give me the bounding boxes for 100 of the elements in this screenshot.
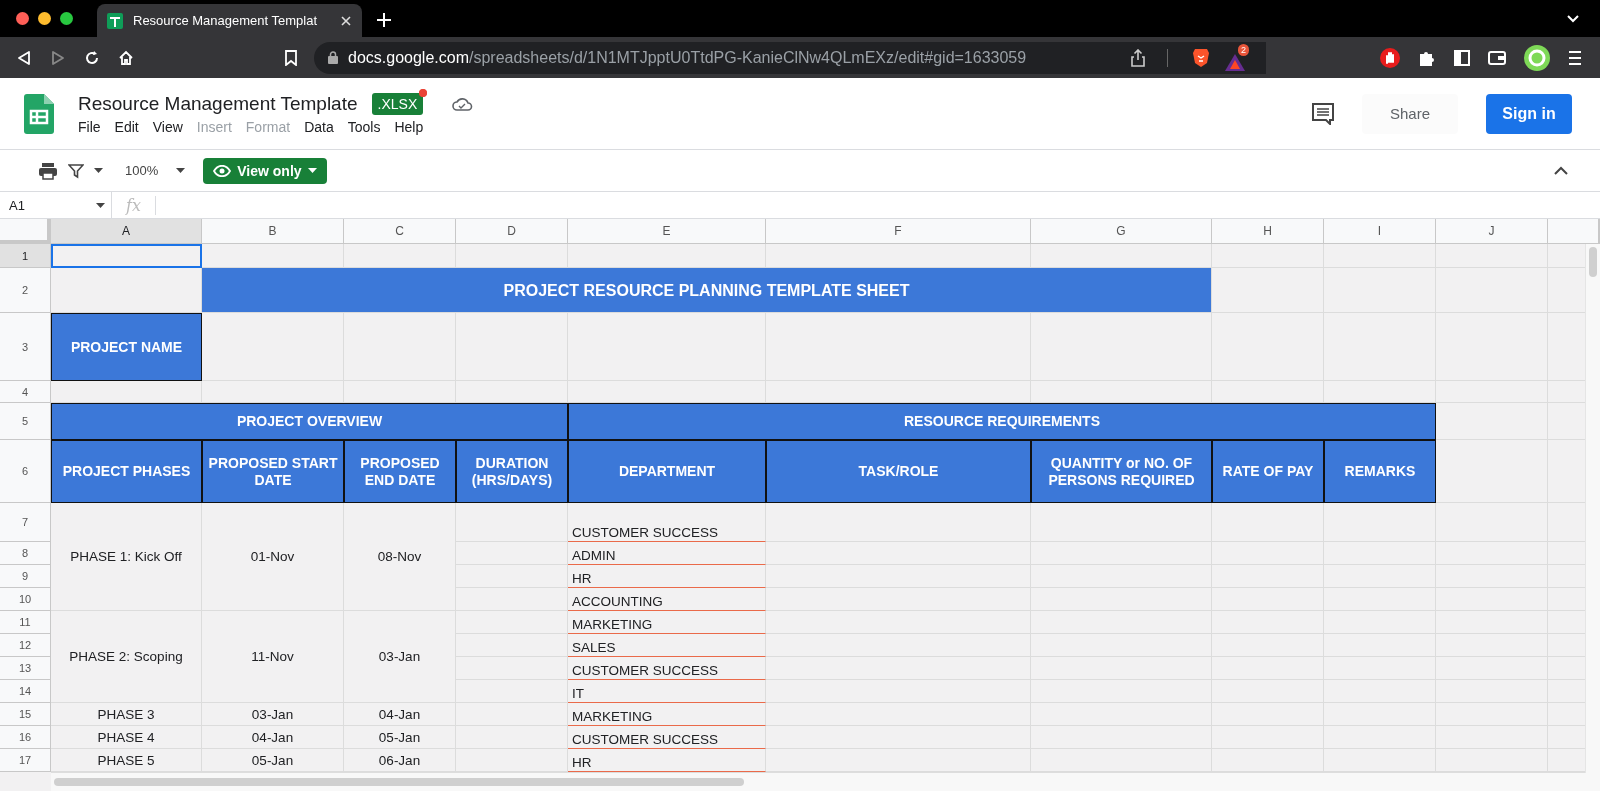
caret-icon [96,202,105,208]
cloud-icon [451,95,474,112]
zoom-level[interactable]: 100% [125,163,159,178]
close-icon[interactable] [340,14,352,27]
menu-item[interactable]: Edit [114,118,146,135]
forward-icon [50,49,66,66]
row-number[interactable]: 17 [0,749,51,772]
row-number[interactable]: 13 [0,657,51,680]
department-cell: MARKETING [568,611,766,634]
menu-item[interactable]: View [152,118,190,135]
caret-icon[interactable] [176,168,186,173]
new-tab-icon[interactable] [376,12,392,28]
column-heading: PROPOSED END DATE [344,440,456,503]
date-cell: 01-Nov [202,503,344,611]
row-number[interactable]: 9 [0,565,51,588]
phase-cell: PHASE 1: Kick Off [51,503,202,611]
sidebar-icon[interactable] [1454,49,1470,66]
department-cell: CUSTOMER SUCCESS [568,503,766,542]
scrollbar-thumb[interactable] [1589,247,1597,277]
horizontal-scrollbar[interactable] [51,772,1600,791]
vertical-scrollbar[interactable] [1585,244,1600,773]
column-header[interactable]: J [1436,219,1548,244]
column-header[interactable]: F [766,219,1031,244]
minimize-window-light[interactable] [38,12,51,25]
column-heading: REMARKS [1324,440,1436,503]
row-number[interactable]: 6 [0,440,51,503]
row-number[interactable]: 12 [0,634,51,657]
phase-cell: PHASE 3 [51,703,202,726]
column-header[interactable]: B [202,219,344,244]
maximize-window-light[interactable] [60,12,73,25]
row-number[interactable]: 11 [0,611,51,634]
row-number[interactable]: 16 [0,726,51,749]
column-heading: DURATION (HRS/DAYS) [456,440,568,503]
row-number[interactable]: 7 [0,503,51,542]
caret-icon[interactable] [94,168,103,173]
lion-icon[interactable] [1192,47,1210,68]
spreadsheet-icon [107,12,123,29]
close-window-light[interactable] [16,12,29,25]
menu-item[interactable]: Tools [347,118,388,135]
share-icon[interactable] [1131,48,1145,67]
row-number[interactable]: 10 [0,588,51,611]
project-name-label: PROJECT NAME [51,313,202,381]
menu-item[interactable]: File [78,118,108,135]
column-heading: PROJECT PHASES [51,440,202,503]
date-cell: 11-Nov [202,611,344,703]
back-icon[interactable] [16,49,32,66]
bookmark-icon[interactable] [284,49,298,66]
column-header[interactable]: H [1212,219,1324,244]
eye-icon [213,164,232,177]
profile-avatar-icon[interactable] [1524,44,1550,71]
sheet-title: PROJECT RESOURCE PLANNING TEMPLATE SHEET [202,268,1212,313]
row-number[interactable]: 1 [0,244,51,268]
share-button[interactable]: Share [1362,93,1458,134]
row-number[interactable]: 4 [0,381,51,403]
row-number[interactable]: 3 [0,313,51,381]
column-header[interactable]: A [51,219,202,244]
row-number[interactable]: 15 [0,703,51,726]
column-header[interactable]: C [344,219,456,244]
reload-icon[interactable] [84,49,100,66]
column-header[interactable]: G [1031,219,1212,244]
triangle-extension-icon[interactable]: 2 [1224,43,1254,72]
menu-item[interactable]: Help [394,118,431,135]
chevron-down-icon[interactable] [1566,13,1580,24]
phase-cell: PHASE 2: Scoping [51,611,202,703]
menu-item[interactable]: Data [304,118,341,135]
row-number[interactable]: 14 [0,680,51,703]
row-number[interactable]: 8 [0,542,51,565]
print-icon[interactable] [38,161,58,180]
sign-in-button[interactable]: Sign in [1486,93,1572,134]
department-cell: CUSTOMER SUCCESS [568,726,766,749]
department-cell: ADMIN [568,542,766,565]
home-icon[interactable] [118,49,134,66]
address-bar[interactable]: docs.google.com/spreadsheets/d/1N1MTJpptU0TtdPG-KanieClNw4QLmEXz/edit#gid=1633059 2 [314,41,1266,74]
tab-title: Resource Management Templat [133,13,319,28]
column-header[interactable]: E [568,219,766,244]
scrollbar-thumb[interactable] [54,778,744,786]
view-only-button[interactable]: View only [203,157,327,184]
department-cell: ACCOUNTING [568,588,766,611]
department-cell: HR [568,565,766,588]
filter-icon[interactable] [68,162,84,179]
file-format-badge: .XLSX [371,92,424,115]
document-title[interactable]: Resource Management Template [78,92,358,115]
date-cell: 03-Jan [344,611,456,703]
phase-cell: PHASE 4 [51,726,202,749]
hand-icon[interactable] [1380,47,1400,68]
spreadsheet-logo-icon [24,93,54,134]
column-header[interactable]: D [456,219,568,244]
menu-icon[interactable] [1568,49,1582,66]
caret-icon [307,168,317,173]
browser-tab[interactable]: Resource Management Templat [97,4,362,37]
column-header[interactable]: I [1324,219,1436,244]
wallet-icon[interactable] [1488,49,1506,66]
active-cell[interactable] [51,244,202,268]
comment-icon[interactable] [1312,102,1334,125]
name-box[interactable]: A1 [0,192,112,218]
row-number[interactable]: 2 [0,268,51,313]
date-cell: 03-Jan [202,703,344,726]
row-number[interactable]: 5 [0,403,51,440]
collapse-icon[interactable] [1554,166,1568,175]
department-cell: CUSTOMER SUCCESS [568,657,766,680]
